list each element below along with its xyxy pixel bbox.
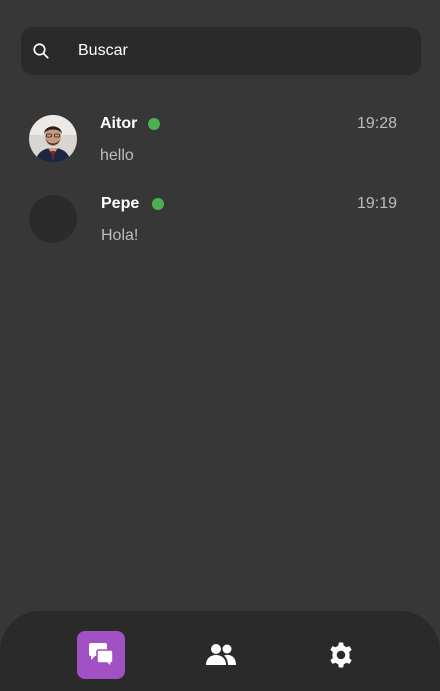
chat-list-item[interactable]: Pepe 19:19 Hola! [0, 195, 440, 267]
message-time: 19:19 [356, 195, 397, 212]
contact-name: Aitor [100, 115, 138, 132]
chat-list-item[interactable]: Aitor 19:28 hello [0, 115, 440, 187]
nav-chats-button[interactable] [77, 631, 125, 679]
search-icon [33, 43, 49, 59]
user-photo [29, 115, 77, 163]
avatar [29, 115, 77, 163]
last-message-preview: Hola! [101, 227, 139, 244]
chat-bubbles-icon [89, 643, 114, 669]
bottom-navigation [0, 611, 440, 691]
gear-icon [330, 642, 352, 668]
chat-list-screen: Aitor 19:28 hello Pepe 19:19 Hola! [0, 0, 440, 691]
nav-contacts-button[interactable] [197, 631, 245, 679]
avatar [29, 195, 77, 243]
nav-settings-button[interactable] [317, 631, 365, 679]
last-message-preview: hello [100, 147, 134, 164]
online-status-indicator [148, 118, 160, 130]
message-time: 19:28 [356, 115, 397, 132]
contact-name: Pepe [101, 195, 140, 212]
search-bar[interactable] [21, 27, 421, 75]
online-status-indicator [152, 198, 164, 210]
people-icon [206, 644, 236, 665]
search-input[interactable] [78, 27, 408, 75]
